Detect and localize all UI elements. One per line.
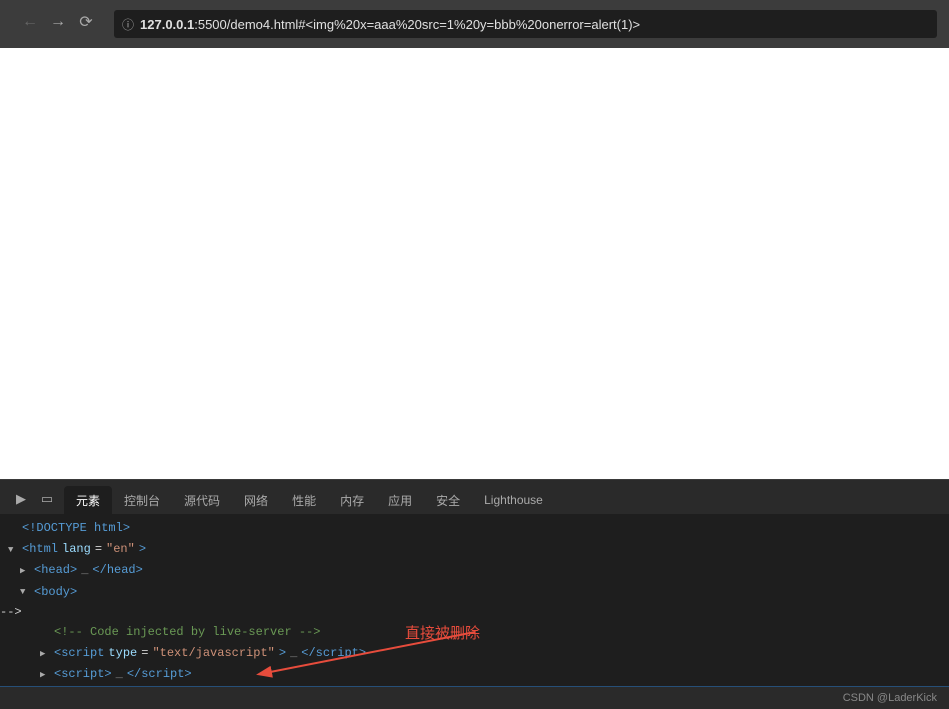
devtools-bottom-bar: CSDN @LaderKick: [0, 687, 949, 709]
div-tag: <div>: [78, 687, 114, 688]
doctype-tag: <!DOCTYPE html>: [22, 519, 130, 538]
device-icon[interactable]: ▭: [36, 488, 58, 510]
forward-button[interactable]: →: [46, 10, 70, 34]
html-line-script: ▶ <script>_</script>: [0, 664, 949, 685]
script-type-attr-name: type: [108, 644, 137, 663]
script-type-close: </script>: [301, 644, 366, 663]
tab-console[interactable]: 控制台: [112, 486, 172, 514]
script-type-tag: <script: [54, 644, 104, 663]
head-dots: _: [81, 561, 88, 580]
html-attr-lang-name: lang: [62, 540, 91, 559]
triangle-script[interactable]: ▶: [40, 668, 50, 682]
script-close: </script>: [127, 665, 192, 684]
triangle-body[interactable]: ▼: [20, 585, 30, 599]
triangle-html[interactable]: ▼: [8, 543, 18, 557]
url-text: 127.0.0.1:5500/demo4.html#<img%20x=aaa%2…: [140, 17, 640, 32]
tab-security[interactable]: 安全: [424, 486, 472, 514]
html-line-body: ▼ <body>: [0, 582, 949, 603]
page-content-area: [0, 48, 949, 479]
tab-lighthouse[interactable]: Lighthouse: [472, 486, 555, 514]
html-line-head: ▶ <head>_</head>: [0, 560, 949, 581]
bottom-credit-text: CSDN @LaderKick: [843, 692, 937, 704]
devtools-html-content: ▶ <!DOCTYPE html> ▼ <html lang="en"> ▶ <…: [0, 514, 949, 687]
back-button[interactable]: ←: [18, 10, 42, 34]
head-tag: <head>: [34, 561, 77, 580]
script-type-dots: _: [290, 644, 297, 663]
devtools-icons: ▶ ▭: [4, 488, 64, 514]
tab-memory[interactable]: 内存: [328, 486, 376, 514]
triangle-head[interactable]: ▶: [20, 564, 30, 578]
div-close-tag: </div>: [118, 687, 161, 688]
html-line-script-type: ▶ <script type="text/javascript">_</scri…: [0, 643, 949, 664]
comment-text: <!-- Code injected by live-server -->: [54, 623, 320, 642]
script-dots: _: [116, 665, 123, 684]
script-tag: <script>: [54, 665, 112, 684]
devtools-tabbar: ▶ ▭ 元素 控制台 源代码 网络 性能 内存 应用 安全 Lighthouse: [0, 479, 949, 514]
devtools-panel: ▶ ▭ 元素 控制台 源代码 网络 性能 内存 应用 安全 Lighthouse…: [0, 479, 949, 709]
address-bar[interactable]: ⓘ 127.0.0.1:5500/demo4.html#<img%20x=aaa…: [114, 10, 937, 38]
html-line-div: ... ▶ <div></div>: [0, 686, 949, 688]
tab-elements[interactable]: 元素: [64, 486, 112, 514]
html-attr-lang-val: "en": [106, 540, 135, 559]
body-open-tag: <body>: [34, 583, 77, 602]
tab-application[interactable]: 应用: [376, 486, 424, 514]
html-attr-eq: =: [95, 540, 102, 559]
inspect-icon[interactable]: ▶: [10, 488, 32, 510]
html-open-tag: <html: [22, 540, 58, 559]
html-line-comment: <!-- Code injected by live-server -->: [0, 622, 949, 643]
tab-performance[interactable]: 性能: [280, 486, 328, 514]
html-line-html: ▼ <html lang="en">: [0, 539, 949, 560]
script-type-attr-val: "text/javascript": [152, 644, 274, 663]
url-host: 127.0.0.1: [140, 17, 194, 32]
html-open-close: >: [139, 540, 146, 559]
reload-button[interactable]: ⟳: [74, 10, 98, 34]
html-line-doctype: ▶ <!DOCTYPE html>: [0, 518, 949, 539]
lock-icon: ⓘ: [122, 16, 134, 33]
nav-buttons: ← → ⟳: [12, 10, 104, 38]
url-path: :5500/demo4.html#<img%20x=aaa%20src=1%20…: [194, 17, 640, 32]
tab-network[interactable]: 网络: [232, 486, 280, 514]
triangle-script-type[interactable]: ▶: [40, 647, 50, 661]
head-close-tag: </head>: [92, 561, 142, 580]
browser-toolbar: ← → ⟳ ⓘ 127.0.0.1:5500/demo4.html#<img%2…: [0, 0, 949, 48]
tab-sources[interactable]: 源代码: [172, 486, 232, 514]
